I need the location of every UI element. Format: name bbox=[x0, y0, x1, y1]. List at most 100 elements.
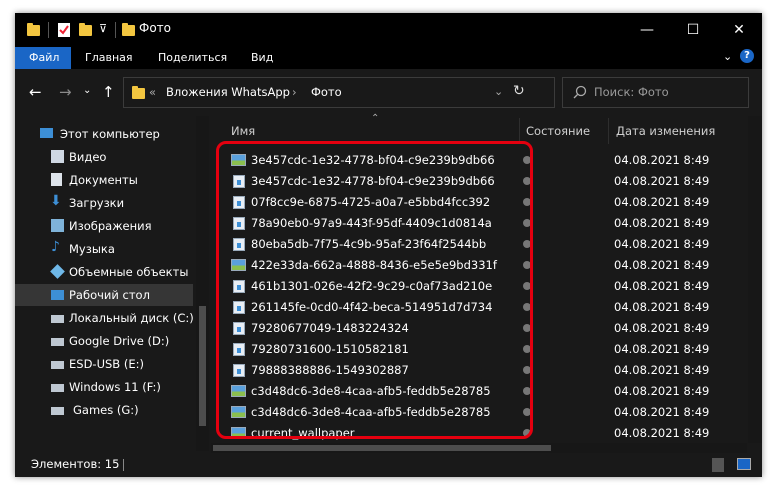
address-dropdown-icon[interactable]: ⌄ bbox=[494, 85, 503, 98]
new-folder-icon[interactable] bbox=[79, 23, 92, 36]
back-button[interactable]: ← bbox=[29, 83, 42, 101]
help-icon[interactable]: ? bbox=[740, 49, 754, 63]
nav-item-this-pc[interactable]: Этот компьютер bbox=[15, 123, 193, 145]
nav-item-drive-c[interactable]: Локальный диск (C:) bbox=[15, 307, 194, 329]
recent-locations-icon[interactable]: ⌄ bbox=[83, 85, 91, 96]
file-date: 04.08.2021 8:49 bbox=[614, 384, 710, 398]
computer-icon bbox=[40, 128, 53, 138]
file-date: 04.08.2021 8:49 bbox=[614, 258, 710, 272]
close-button[interactable]: ✕ bbox=[716, 13, 762, 47]
address-row: ← → ⌄ ↑ « Вложения WhatsApp › Фото ⌄ ↻ П… bbox=[15, 69, 762, 115]
nav-item-label: Загрузки bbox=[69, 196, 125, 210]
horizontal-scrollbar[interactable] bbox=[211, 443, 747, 453]
maximize-button[interactable]: ☐ bbox=[670, 13, 716, 47]
file-date: 04.08.2021 8:49 bbox=[614, 174, 710, 188]
search-input[interactable]: Поиск: Фото bbox=[594, 85, 669, 99]
nav-item-3d-objects[interactable]: Объемные объекты bbox=[15, 261, 193, 283]
file-date: 04.08.2021 8:49 bbox=[614, 195, 710, 209]
horizontal-scrollbar-thumb[interactable] bbox=[213, 445, 551, 451]
nav-item-label: Объемные объекты bbox=[69, 265, 189, 279]
drive-icon bbox=[51, 407, 64, 415]
tab-view[interactable]: Вид bbox=[237, 47, 287, 69]
nav-item-label: Этот компьютер bbox=[60, 127, 160, 141]
desktop-icon bbox=[51, 290, 64, 300]
drive-icon bbox=[51, 315, 64, 323]
nav-item-downloads[interactable]: ⬇ Загрузки bbox=[15, 192, 193, 214]
breadcrumb-overflow[interactable]: « bbox=[149, 85, 156, 99]
documents-icon bbox=[51, 173, 62, 186]
highlight-box bbox=[216, 141, 533, 439]
file-date: 04.08.2021 8:49 bbox=[614, 237, 710, 251]
nav-item-pictures[interactable]: Изображения bbox=[15, 215, 193, 237]
breadcrumb-whatsapp-attachments[interactable]: Вложения WhatsApp bbox=[166, 85, 290, 99]
3d-objects-icon bbox=[50, 264, 65, 279]
tab-file[interactable]: Файл bbox=[15, 47, 71, 69]
up-button[interactable]: ↑ bbox=[102, 83, 115, 101]
pictures-icon bbox=[51, 219, 64, 232]
ribbon-tabs: Файл Главная Поделиться Вид ⌄ ? bbox=[15, 47, 762, 69]
large-icons-view-icon[interactable] bbox=[737, 458, 751, 470]
nav-item-label: Windows 11 (F:) bbox=[69, 380, 161, 394]
nav-item-drive-d[interactable]: Google Drive (D:) bbox=[15, 330, 193, 352]
column-header-name[interactable]: Имя bbox=[231, 124, 255, 138]
file-date: 04.08.2021 8:49 bbox=[614, 342, 710, 356]
file-date: 04.08.2021 8:49 bbox=[614, 405, 710, 419]
nav-item-drive-f[interactable]: Windows 11 (F:) bbox=[15, 376, 193, 398]
window-folder-icon bbox=[122, 23, 135, 36]
nav-item-label: Документы bbox=[69, 173, 138, 187]
item-count: Элементов: 15 bbox=[31, 457, 120, 471]
divider bbox=[48, 22, 49, 38]
nav-item-drive-g[interactable]: Games (G:) bbox=[15, 399, 193, 421]
file-date: 04.08.2021 8:49 bbox=[614, 153, 710, 167]
music-icon: ♪ bbox=[51, 239, 60, 255]
address-bar[interactable]: « Вложения WhatsApp › Фото ⌄ ↻ bbox=[123, 77, 555, 108]
file-date: 04.08.2021 8:49 bbox=[614, 321, 710, 335]
column-divider[interactable] bbox=[608, 118, 609, 144]
nav-item-label: Локальный диск (C:) bbox=[69, 311, 194, 325]
divider bbox=[115, 22, 116, 38]
properties-icon[interactable] bbox=[57, 22, 71, 38]
nav-item-documents[interactable]: Документы bbox=[15, 169, 193, 191]
nav-item-label: Рабочий стол bbox=[69, 288, 150, 302]
tab-home[interactable]: Главная bbox=[71, 47, 147, 69]
breadcrumb-separator-icon: › bbox=[292, 85, 297, 99]
file-date: 04.08.2021 8:49 bbox=[614, 279, 710, 293]
nav-scrollbar[interactable] bbox=[196, 116, 209, 451]
nav-item-label: Изображения bbox=[69, 219, 152, 233]
address-folder-icon bbox=[132, 86, 145, 99]
downloads-icon: ⬇ bbox=[50, 193, 62, 209]
nav-scrollbar-thumb[interactable] bbox=[199, 306, 206, 426]
nav-item-label: Google Drive (D:) bbox=[69, 334, 170, 348]
ribbon-expand-icon[interactable]: ⌄ bbox=[723, 50, 732, 63]
refresh-icon[interactable]: ↻ bbox=[513, 83, 525, 99]
window-title: Фото bbox=[139, 21, 172, 35]
nav-item-label: ESD-USB (E:) bbox=[69, 357, 144, 371]
title-bar: ⊽ Фото — ☐ ✕ bbox=[15, 13, 762, 47]
search-icon bbox=[573, 85, 587, 99]
nav-item-drive-e[interactable]: ESD-USB (E:) bbox=[15, 353, 193, 375]
folder-icon bbox=[27, 23, 40, 36]
nav-item-desktop[interactable]: Рабочий стол bbox=[15, 284, 193, 306]
video-icon bbox=[51, 150, 64, 163]
drive-icon bbox=[51, 361, 64, 369]
breadcrumb-photo[interactable]: Фото bbox=[311, 85, 342, 99]
search-box[interactable]: Поиск: Фото bbox=[562, 77, 749, 108]
file-date: 04.08.2021 8:49 bbox=[614, 300, 710, 314]
nav-item-label: Games (G:) bbox=[73, 403, 139, 417]
column-header-status[interactable]: Состояние bbox=[526, 124, 590, 138]
nav-item-music[interactable]: ♪ Музыка bbox=[15, 238, 193, 260]
status-bar: Элементов: 15 bbox=[15, 453, 762, 477]
minimize-button[interactable]: — bbox=[624, 13, 670, 47]
forward-button[interactable]: → bbox=[59, 83, 72, 101]
tab-share[interactable]: Поделиться bbox=[144, 47, 241, 69]
drive-icon bbox=[51, 384, 64, 392]
quick-access-dropdown-icon[interactable]: ⊽ bbox=[99, 22, 107, 35]
nav-item-label: Музыка bbox=[69, 242, 115, 256]
drive-icon bbox=[51, 338, 64, 346]
sort-ascending-icon: ⌃ bbox=[371, 113, 380, 124]
column-header-date-modified[interactable]: Дата изменения bbox=[616, 124, 715, 138]
file-list-scrollbar[interactable] bbox=[748, 116, 762, 443]
nav-item-video[interactable]: Видео bbox=[15, 146, 193, 168]
details-view-icon[interactable] bbox=[712, 458, 724, 472]
file-date: 04.08.2021 8:49 bbox=[614, 363, 710, 377]
